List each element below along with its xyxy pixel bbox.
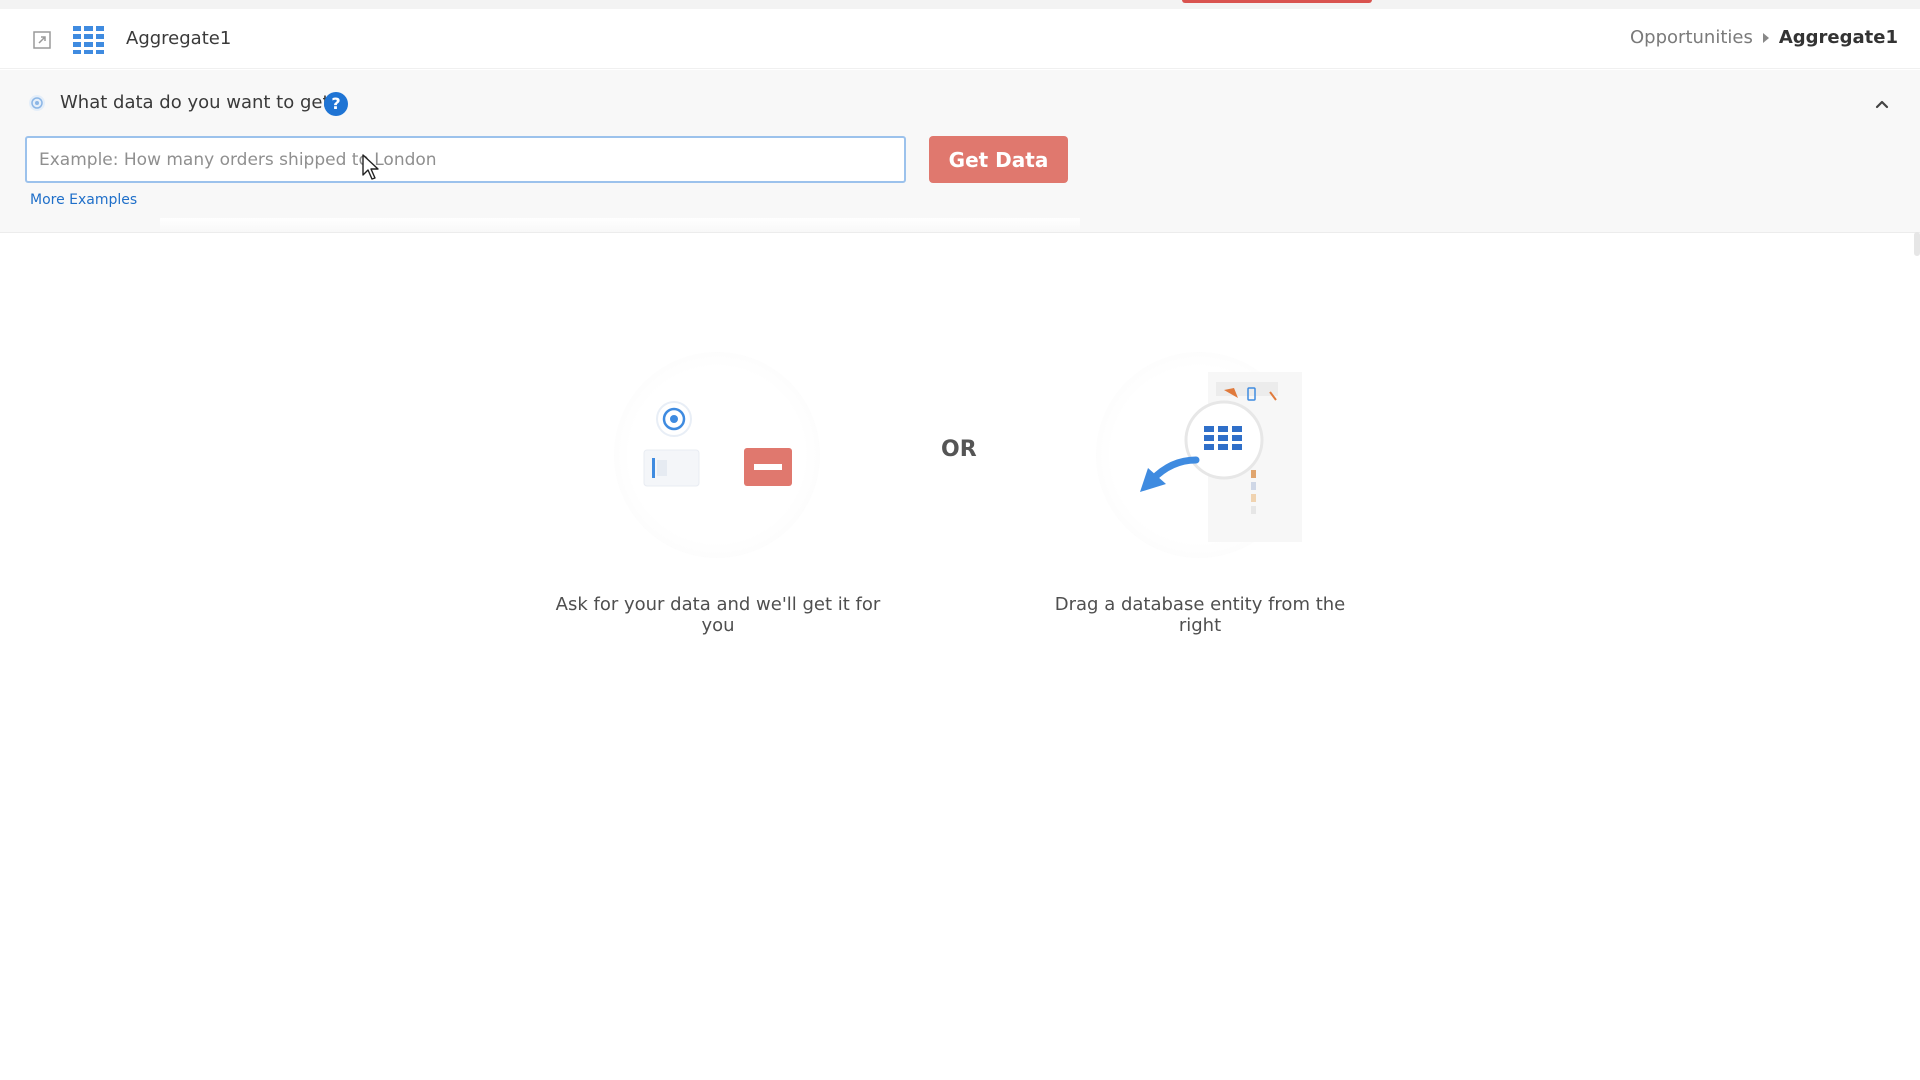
open-external-icon[interactable] <box>33 31 51 49</box>
chevron-up-icon[interactable] <box>1874 96 1890 112</box>
scrollbar[interactable] <box>1914 232 1920 256</box>
target-illustration-icon <box>656 401 692 437</box>
table-grid-icon <box>73 26 104 54</box>
get-data-button[interactable]: Get Data <box>929 136 1068 183</box>
breadcrumb-separator-icon <box>1762 32 1769 43</box>
help-icon[interactable]: ? <box>324 92 348 116</box>
drag-caption: Drag a database entity from the right <box>1054 594 1346 636</box>
more-examples-link[interactable]: More Examples <box>30 192 137 208</box>
target-icon <box>28 94 46 112</box>
breadcrumb: Opportunities Aggregate1 <box>1630 27 1898 48</box>
breadcrumb-parent[interactable]: Opportunities <box>1630 27 1753 48</box>
query-input[interactable] <box>25 136 906 183</box>
drag-entity-illustration <box>1096 352 1302 558</box>
panel-divider <box>160 218 1080 232</box>
top-strip <box>0 0 1920 9</box>
ask-caption: Ask for your data and we'll get it for y… <box>555 594 881 636</box>
top-accent-bar <box>1182 0 1372 3</box>
breadcrumb-current: Aggregate1 <box>1778 27 1898 48</box>
query-panel: What data do you want to get? ? Get Data… <box>0 70 1920 233</box>
question-label: What data do you want to get? <box>60 92 340 113</box>
header-bar: Aggregate1 Opportunities Aggregate1 <box>0 9 1920 69</box>
ask-illustration <box>614 352 820 558</box>
or-separator: OR <box>941 437 977 462</box>
page-title: Aggregate1 <box>126 28 232 49</box>
